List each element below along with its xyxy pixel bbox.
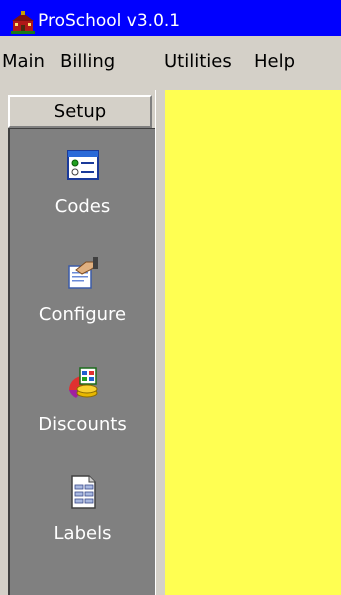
schoolhouse-icon (11, 11, 35, 34)
configure-hand-icon (67, 257, 98, 289)
discount-chart-icon (68, 367, 97, 398)
sidebar-item-label-codes: Codes (54, 196, 111, 217)
sidebar-item-label-labels: Labels (53, 523, 112, 544)
title-bar[interactable]: ProSchool v3.0.1 (0, 0, 341, 36)
sidebar-item-configure[interactable]: Configure (10, 256, 155, 356)
sidebar-item-label-discounts: Discounts (38, 414, 127, 435)
menu-bar: Main Billing Utilities Help (0, 36, 341, 90)
sidebar-item-codes[interactable]: Codes (10, 148, 155, 248)
list-window-icon (66, 150, 99, 180)
menu-main[interactable]: Main (2, 51, 45, 73)
main-content-area (165, 90, 341, 595)
sidebar-panel: Codes Configure Discounts Labels (8, 128, 155, 595)
menu-utilities[interactable]: Utilities (164, 51, 232, 73)
app-window: ProSchool v3.0.1 Main Billing Utilities … (0, 0, 341, 595)
menu-help[interactable]: Help (254, 51, 295, 73)
pane-splitter[interactable] (155, 90, 165, 595)
sidebar-item-discounts[interactable]: Discounts (10, 366, 155, 466)
sidebar-item-label-configure: Configure (38, 304, 127, 325)
menu-billing[interactable]: Billing (60, 51, 115, 73)
sidebar-item-labels[interactable]: Labels (10, 475, 155, 575)
window-title: ProSchool v3.0.1 (38, 11, 181, 31)
document-labels-icon (70, 475, 96, 509)
setup-header-button[interactable]: Setup (8, 95, 152, 128)
